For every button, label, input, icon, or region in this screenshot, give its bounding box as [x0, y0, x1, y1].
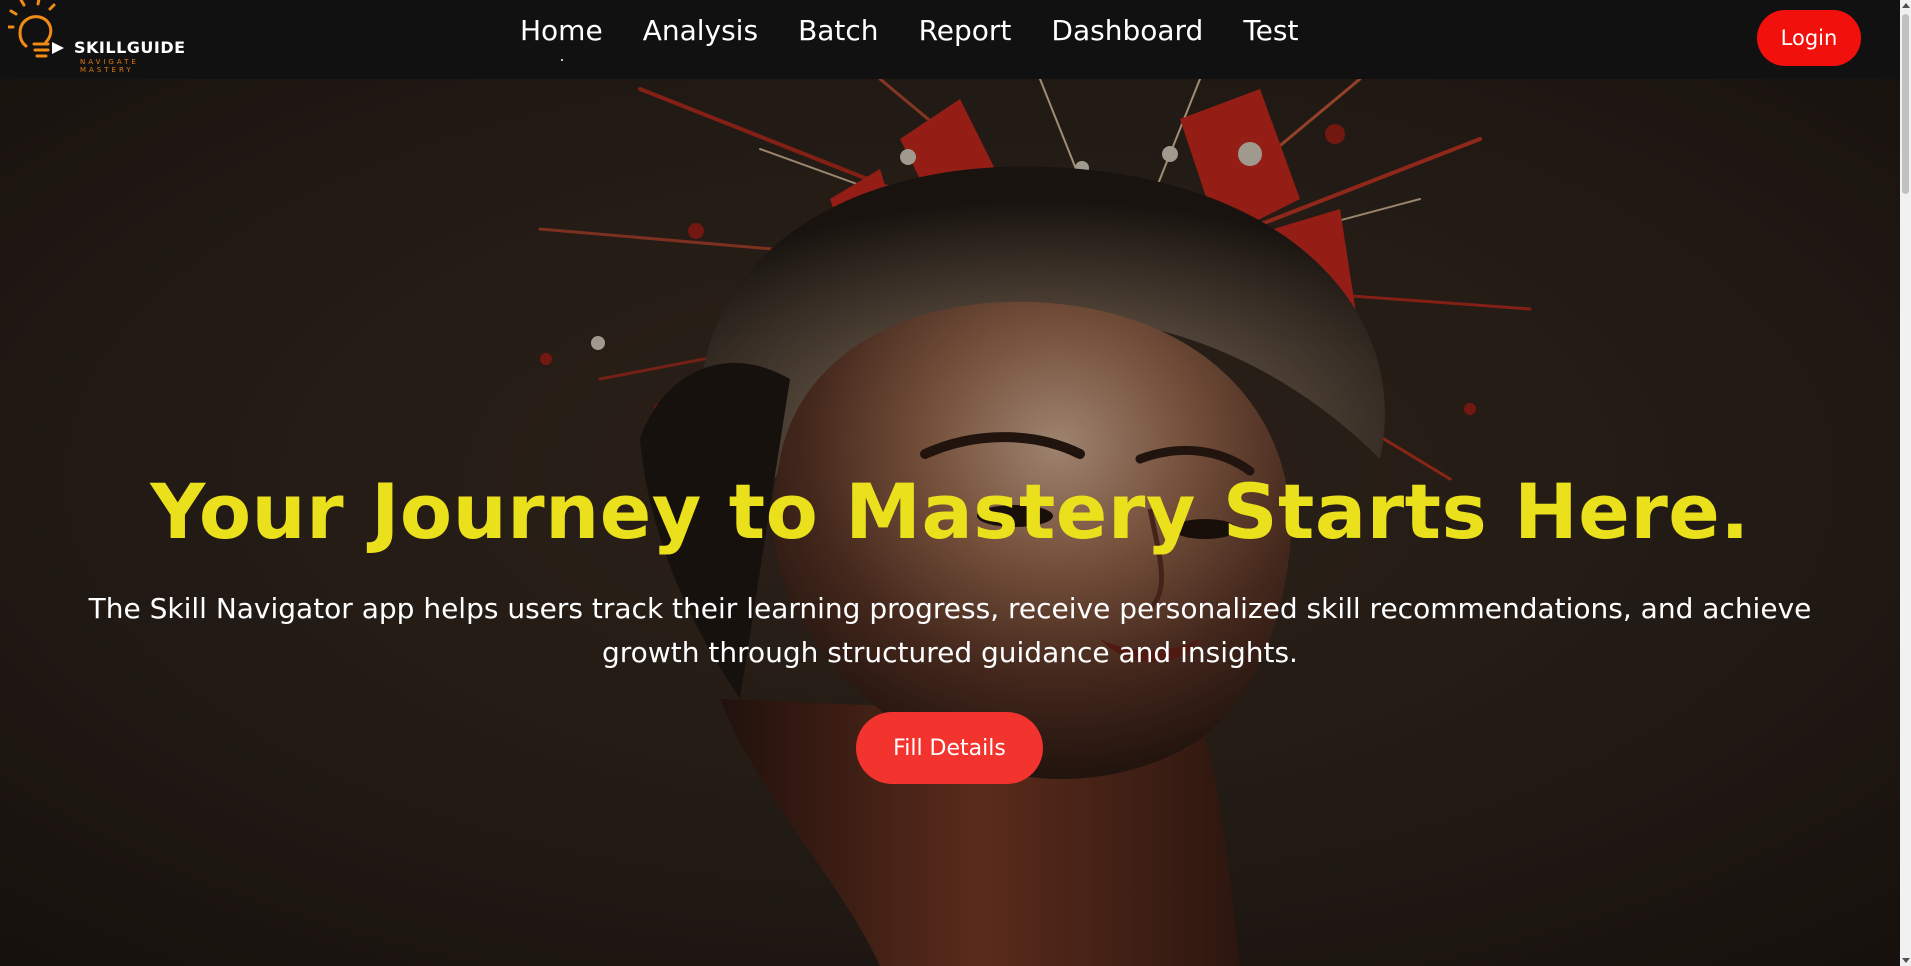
nav-item-batch[interactable]: Batch — [798, 14, 879, 47]
scroll-up-arrow-icon[interactable] — [1902, 3, 1910, 8]
hero-description: The Skill Navigator app helps users trac… — [88, 592, 1812, 669]
nav-item-test[interactable]: Test — [1243, 14, 1298, 47]
brand-logo[interactable]: SKILLGUIDE NAVIGATE MASTERY — [8, 0, 185, 74]
main-nav: Home Analysis Batch Report Dashboard Tes… — [500, 8, 1318, 61]
page-scrollbar[interactable] — [1900, 0, 1911, 966]
nav-item-dashboard[interactable]: Dashboard — [1051, 14, 1203, 47]
nav-item-analysis[interactable]: Analysis — [643, 14, 758, 47]
nav-item-report[interactable]: Report — [919, 14, 1012, 47]
brand-name: SKILLGUIDE — [74, 38, 186, 57]
fill-details-button[interactable]: Fill Details — [856, 712, 1043, 784]
hero-title: Your Journey to Mastery Starts Here. — [150, 467, 1750, 556]
scroll-thumb[interactable] — [1902, 14, 1909, 194]
brand-tagline: NAVIGATE MASTERY — [80, 58, 139, 74]
hero-section: Your Journey to Mastery Starts Here. The… — [0, 79, 1900, 966]
navbar: SKILLGUIDE NAVIGATE MASTERY Home Analysi… — [0, 0, 1900, 79]
nav-item-home[interactable]: Home — [520, 14, 603, 61]
login-button[interactable]: Login — [1757, 10, 1861, 66]
scroll-down-arrow-icon[interactable] — [1902, 958, 1910, 963]
lightbulb-icon — [8, 0, 64, 58]
